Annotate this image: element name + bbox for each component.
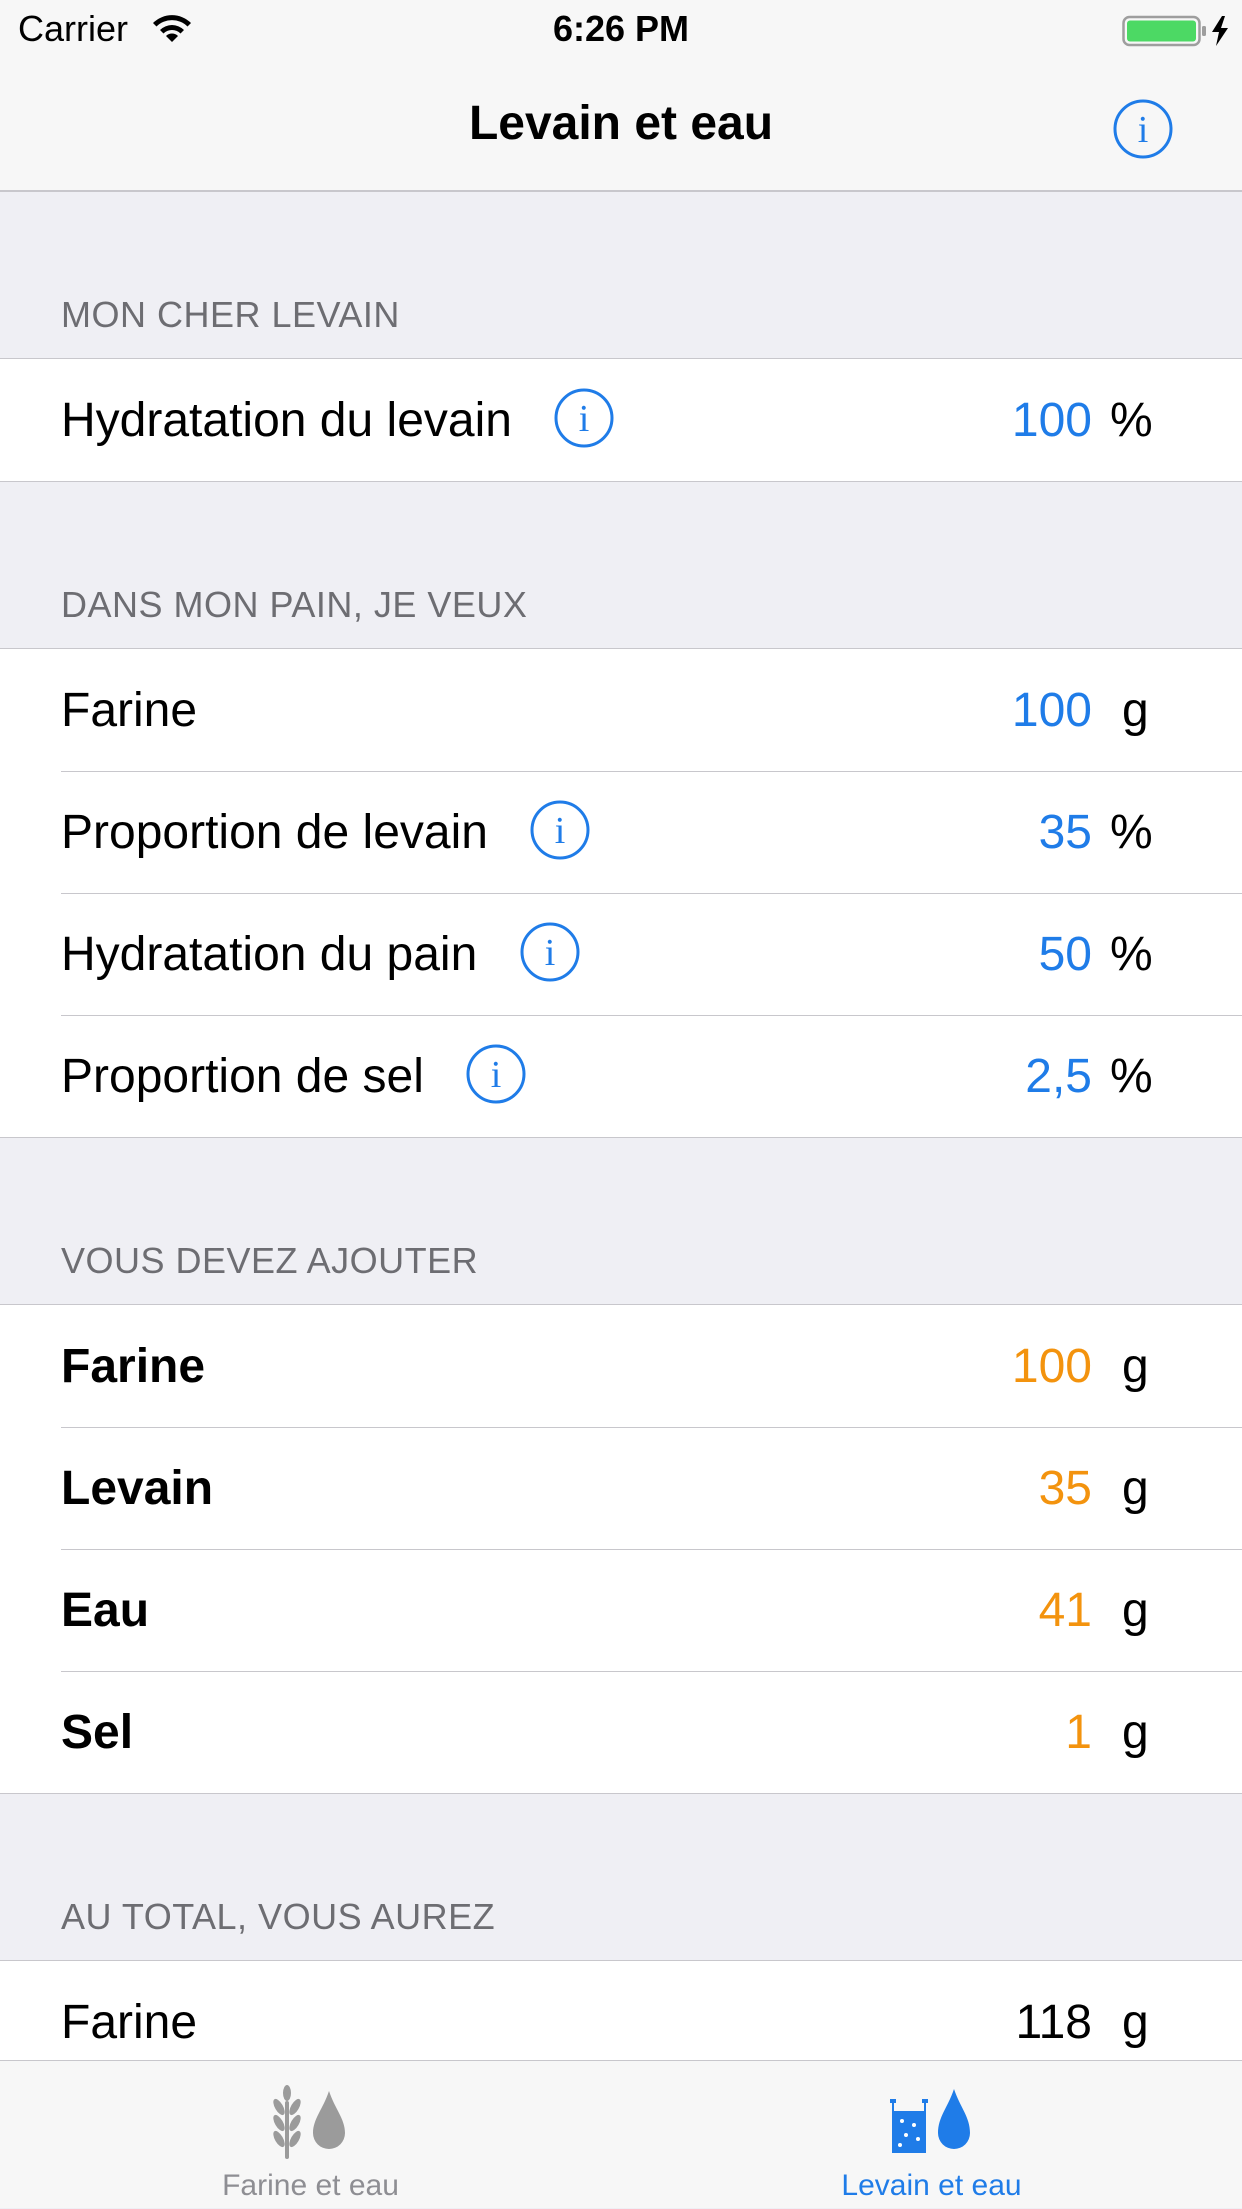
value-field[interactable]: 100 [1012,683,1092,738]
result-value: 100 [1011,1340,1092,1393]
svg-text:i: i [1138,109,1149,151]
info-icon[interactable]: i [553,387,615,449]
value-field[interactable]: 50 [1039,927,1092,982]
info-icon[interactable]: i [465,1043,527,1105]
tab-levain-et-eau[interactable]: Levain et eau [621,2061,1242,2209]
svg-text:i: i [555,810,566,852]
row-label-wrapper: Proportion de levain i [61,800,591,861]
unit-label: g [1122,1706,1149,1759]
row-proportion-sel[interactable]: Proportion de sel i 2,5 % [0,1015,1242,1137]
navigation-bar: Levain et eau i [0,60,1242,192]
jar-drop-icon [890,2089,970,2153]
section-header-label: MON CHER LEVAIN [61,294,400,335]
result-value: 35 [1038,1462,1092,1515]
row-label: Farine [61,684,198,737]
battery-charging-icon [1122,15,1228,47]
info-icon[interactable]: i [519,921,581,983]
row-hydratation-levain[interactable]: Hydratation du levain i 100 % [0,359,1242,481]
section-header-label: AU TOTAL, VOUS AUREZ [61,1896,496,1937]
unit-label: g [1122,684,1149,737]
row-label-wrapper: Hydratation du pain i [61,922,581,983]
total-value: 118 [1015,1996,1092,2049]
row-result-levain: Levain 35 g [0,1427,1242,1549]
tab-farine-et-eau[interactable]: Farine et eau [0,2061,621,2209]
settings-table[interactable]: MON CHER LEVAIN Hydratation du levain i … [0,192,1242,2060]
row-label: Hydratation du pain [61,928,478,981]
tab-label: Levain et eau [841,2169,1022,2202]
section-header-levain: MON CHER LEVAIN [0,192,1242,358]
row-label: Proportion de levain [61,806,488,859]
unit-label: g [1122,1462,1149,1515]
row-result-farine: Farine 100 g [0,1305,1242,1427]
unit-label: g [1122,1996,1149,2049]
row-label: Proportion de sel [61,1050,424,1103]
svg-text:i: i [491,1054,502,1096]
section-header-total: AU TOTAL, VOUS AUREZ [0,1794,1242,1960]
section-header-ajouter: VOUS DEVEZ AJOUTER [0,1138,1242,1304]
unit-label: % [1110,394,1153,447]
section-header-pain: DANS MON PAIN, JE VEUX [0,482,1242,648]
row-farine-input[interactable]: Farine 100 g [0,649,1242,771]
row-label: Hydratation du levain [61,394,512,447]
row-label-wrapper: Hydratation du levain i [61,388,615,449]
row-hydratation-pain[interactable]: Hydratation du pain i 50 % [0,893,1242,1015]
row-label: Levain [61,1462,214,1515]
row-result-sel: Sel 1 g [0,1671,1242,1793]
row-label-wrapper: Proportion de sel i [61,1044,527,1105]
info-icon[interactable]: i [529,799,591,861]
value-field[interactable]: 35 [1039,805,1092,860]
unit-label: % [1110,928,1153,981]
page-title: Levain et eau [468,97,774,150]
row-proportion-levain[interactable]: Proportion de levain i 35 % [0,771,1242,893]
wheat-drop-icon [273,2085,345,2159]
value-field[interactable]: 2,5 [1025,1049,1092,1104]
result-value: 41 [1038,1584,1092,1637]
status-time: 6:26 PM [552,8,690,49]
section-header-label: DANS MON PAIN, JE VEUX [61,584,528,625]
section-group-total: Farine 118 g [0,1960,1242,2060]
section-group-ajouter: Farine 100 g Levain 35 g Eau 41 g Sel 1 … [0,1304,1242,1794]
unit-label: % [1110,806,1153,859]
section-group-pain: Farine 100 g Proportion de levain i 35 %… [0,648,1242,1138]
row-label: Farine [61,1996,198,2049]
result-value: 1 [1065,1706,1092,1759]
section-group-levain: Hydratation du levain i 100 % [0,358,1242,482]
tab-bar: Farine et eau Levain et eau [0,2060,1242,2208]
row-label: Sel [61,1706,134,1759]
section-header-label: VOUS DEVEZ AJOUTER [61,1240,479,1281]
row-total-farine: Farine 118 g [0,1961,1242,2060]
value-field[interactable]: 100 [1012,393,1092,448]
tab-label: Farine et eau [222,2169,399,2202]
unit-label: g [1122,1340,1149,1393]
info-icon[interactable]: i [1112,98,1174,160]
svg-text:i: i [579,398,590,440]
status-bar: Carrier 6:26 PM [0,0,1242,60]
svg-text:i: i [544,932,555,974]
row-result-eau: Eau 41 g [0,1549,1242,1671]
unit-label: g [1122,1584,1149,1637]
unit-label: % [1110,1050,1153,1103]
row-label: Farine [61,1340,206,1393]
row-label: Eau [61,1584,150,1637]
